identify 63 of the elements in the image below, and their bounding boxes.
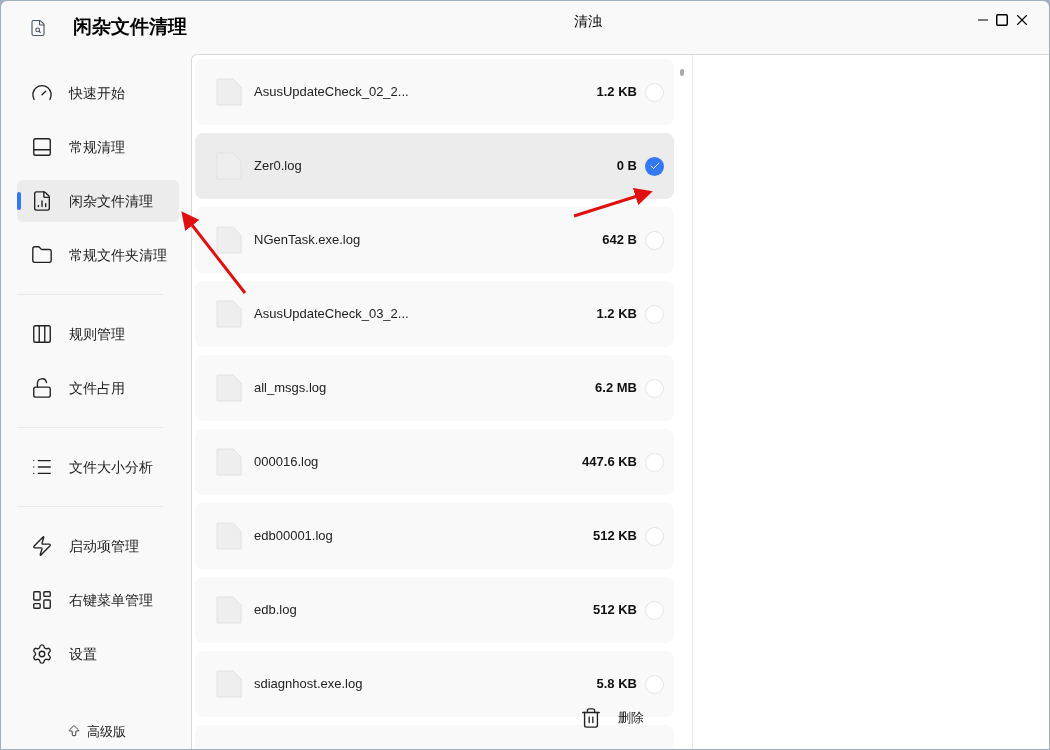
- checkbox[interactable]: [645, 452, 664, 472]
- file-size: 1.2 KB: [596, 305, 637, 324]
- checkbox[interactable]: [645, 674, 664, 694]
- file-name: sdiagnhost.exe.log: [254, 675, 364, 694]
- file-size: 447.6 KB: [582, 453, 637, 472]
- file-row[interactable]: all_msgs.log 6.2 MB: [195, 355, 674, 421]
- sidebar-item[interactable]: 文件占用: [17, 367, 179, 409]
- file-size: 5.8 KB: [596, 675, 637, 694]
- file-chart-icon: [31, 190, 53, 212]
- grid-icon: [31, 589, 53, 611]
- file-size: 512 KB: [592, 601, 637, 620]
- trash-icon: [580, 707, 602, 729]
- file-row[interactable]: NGenTask.exe.log 642 B: [195, 207, 674, 273]
- settings-icon: [31, 643, 53, 665]
- sidebar-item[interactable]: 快速开始: [17, 72, 179, 114]
- file-name: AsusUpdateCheck_02_2...: [254, 83, 410, 102]
- file-row[interactable]: edb.log 512 KB: [195, 577, 674, 643]
- unlock-icon: [31, 377, 53, 399]
- file-row[interactable]: Zer0.log 0 B: [195, 133, 674, 199]
- file-name: edb00001.log: [254, 527, 334, 546]
- checkbox[interactable]: [645, 526, 664, 546]
- file-size: 642 B: [602, 231, 637, 250]
- file-size: 512 KB: [592, 527, 637, 546]
- premium-link[interactable]: 高级版: [17, 721, 175, 741]
- checkbox[interactable]: [645, 230, 664, 250]
- app-title: 闲杂文件清理: [73, 15, 187, 40]
- sidebar-item[interactable]: 设置: [17, 633, 179, 675]
- file-size: 6.2 MB: [595, 379, 637, 398]
- sidebar-item[interactable]: 文件大小分析: [17, 446, 179, 488]
- up-arrow-icon: [66, 724, 81, 739]
- file-size: 1.2 KB: [596, 83, 637, 102]
- file-name: Zer0.log: [254, 157, 303, 176]
- file-icon: [216, 226, 242, 254]
- sidebar-item[interactable]: 规则管理: [17, 313, 179, 355]
- file-name: 000016.log: [254, 453, 320, 472]
- file-name: NGenTask.exe.log: [254, 231, 362, 250]
- file-name: all_msgs.log: [254, 379, 328, 398]
- file-row[interactable]: AsusUpdateCheck_03_2... 1.2 KB: [195, 281, 674, 347]
- file-size: 0 B: [616, 157, 637, 176]
- sidebar-item[interactable]: 闲杂文件清理: [17, 180, 179, 222]
- checkbox[interactable]: [645, 156, 664, 176]
- window-title: 清浊: [574, 12, 602, 31]
- folder-icon: [31, 244, 53, 266]
- checkbox[interactable]: [645, 600, 664, 620]
- scrollbar-thumb: [680, 69, 684, 76]
- checkbox[interactable]: [645, 304, 664, 324]
- file-search-icon: [29, 18, 47, 37]
- window-icon: [31, 136, 53, 158]
- file-row[interactable]: AsusUpdateCheck_02_2... 1.2 KB: [195, 59, 674, 125]
- file-name: AsusUpdateCheck_03_2...: [254, 305, 410, 324]
- lightning-icon: [31, 535, 53, 557]
- file-row[interactable]: edb00001.log 512 KB: [195, 503, 674, 569]
- checkbox[interactable]: [645, 378, 664, 398]
- columns-icon: [31, 323, 53, 345]
- file-name: edb.log: [254, 601, 298, 620]
- maximize-icon[interactable]: [995, 13, 1009, 27]
- sidebar-item[interactable]: 启动项管理: [17, 525, 179, 567]
- sidebar-item[interactable]: 常规清理: [17, 126, 179, 168]
- check-icon: [648, 160, 661, 172]
- checkbox[interactable]: [645, 82, 664, 102]
- sidebar-item[interactable]: 右键菜单管理: [17, 579, 179, 621]
- file-row[interactable]: 000016.log 447.6 KB: [195, 429, 674, 495]
- sidebar-item[interactable]: 常规文件夹清理: [17, 234, 179, 276]
